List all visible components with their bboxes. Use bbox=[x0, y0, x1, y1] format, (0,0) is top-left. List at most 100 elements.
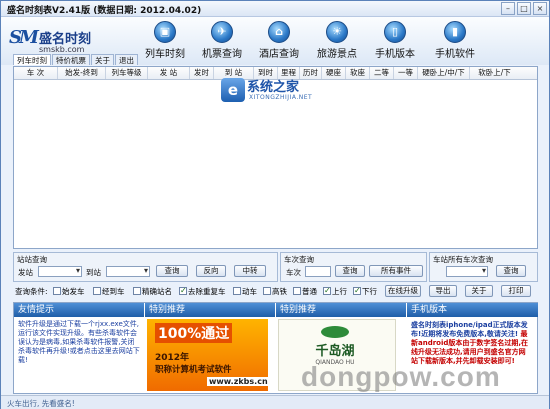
exam-software-ad[interactable]: 100%通过 2012年 职称计算机考试软件 www.zkbs.cn bbox=[147, 319, 268, 391]
col-soft-seat[interactable]: 软座 bbox=[346, 67, 370, 79]
mobile-text[interactable]: 盛名时刻表iphone/ipad正式版本发布!近期将发布免费版本,敬请关注! 最… bbox=[411, 321, 529, 366]
col-depart-time[interactable]: 发时 bbox=[190, 67, 214, 79]
scenic-spots-label: 旅游景点 bbox=[317, 49, 357, 60]
train-number-label: 车次 bbox=[286, 268, 301, 277]
from-station-select[interactable] bbox=[38, 266, 82, 277]
maximize-button[interactable]: □ bbox=[517, 2, 531, 15]
mobile-text-main: 盛名时刻表iphone/ipad正式版本发布!近期将发布免费版本,敬请关注! bbox=[411, 321, 528, 338]
checkbox[interactable] bbox=[179, 285, 187, 296]
ad-line: 职称计算机考试软件 bbox=[155, 365, 232, 375]
station-query-title: 站站查询 bbox=[17, 255, 47, 264]
all-events-button[interactable]: 所有事件 bbox=[369, 265, 423, 277]
phone-app-icon: ▮ bbox=[444, 21, 466, 43]
phone-icon: ▯ bbox=[384, 21, 406, 43]
window-controls: – □ × bbox=[501, 2, 547, 15]
promo1-column: 特别推荐 100%通过 2012年 职称计算机考试软件 www.zkbs.cn bbox=[145, 303, 275, 395]
filter-emu[interactable]: 动车 bbox=[233, 286, 257, 297]
checkbox[interactable] bbox=[293, 287, 301, 295]
to-station-select[interactable] bbox=[106, 266, 150, 277]
filter-down[interactable]: 下行 bbox=[353, 285, 377, 297]
filter-up[interactable]: 上行 bbox=[323, 285, 347, 297]
print-button[interactable]: 打印 bbox=[501, 285, 531, 297]
transfer-button[interactable]: 中转 bbox=[234, 265, 266, 277]
watermark-badge: e bbox=[221, 78, 245, 102]
filter-emu-label: 动车 bbox=[242, 287, 257, 296]
train-icon: ▣ bbox=[154, 21, 176, 43]
train-schedule-button[interactable]: ▣ 列车时刻 bbox=[137, 21, 193, 60]
tab-strip: 列车时刻 特价机票 关于 退出 bbox=[13, 54, 138, 65]
close-button[interactable]: × bbox=[533, 2, 547, 15]
watermark-logo: e 系统之家 XITONGZHIJIA.NET bbox=[221, 76, 331, 112]
col-depart-station[interactable]: 发 站 bbox=[148, 67, 190, 79]
app-window: 盛名时刻表V2.41版 (数据日期: 2012.04.02) – □ × SM … bbox=[0, 0, 550, 409]
col-class[interactable]: 列车等级 bbox=[106, 67, 148, 79]
hotel-icon: ⌂ bbox=[268, 21, 290, 43]
filter-highspeed-label: 高铁 bbox=[272, 287, 287, 296]
col-soft-sleeper[interactable]: 软卧上/下 bbox=[470, 67, 519, 79]
filter-passing-label: 经到车 bbox=[102, 287, 125, 296]
checkbox[interactable] bbox=[133, 287, 141, 295]
plane-icon: ✈ bbox=[211, 21, 233, 43]
station-trains-title: 车站所有车次查询 bbox=[433, 255, 493, 264]
filter-dedupe-label: 去除重复车 bbox=[188, 287, 226, 296]
checkbox[interactable] bbox=[323, 285, 331, 296]
filter-dedupe[interactable]: 去除重复车 bbox=[179, 285, 226, 297]
checkbox[interactable] bbox=[93, 287, 101, 295]
col-first-class[interactable]: 一等 bbox=[394, 67, 418, 79]
about-button[interactable]: 关于 bbox=[465, 285, 493, 297]
train-number-input[interactable] bbox=[305, 266, 331, 277]
tips-text[interactable]: 软件升级是通过下载一个rjxx.exe文件,运行该文件实现升级。有些杀毒软件会误… bbox=[18, 320, 140, 365]
filter-passing[interactable]: 经到车 bbox=[93, 286, 125, 297]
col-hard-sleeper[interactable]: 硬卧上/中/下 bbox=[418, 67, 470, 79]
qiandaohu-name: 千岛湖 bbox=[315, 344, 355, 359]
station-select[interactable] bbox=[446, 266, 488, 277]
filter-exact-name[interactable]: 精确站名 bbox=[133, 286, 172, 297]
checkbox[interactable] bbox=[263, 287, 271, 295]
scenic-icon: ☀ bbox=[326, 21, 348, 43]
col-origin-dest[interactable]: 始发-终到 bbox=[58, 67, 106, 79]
station-query-panel: 站站查询 发站 到站 查询 反向 中转 bbox=[13, 252, 278, 282]
filter-highspeed[interactable]: 高铁 bbox=[263, 286, 287, 297]
mobile-software-button[interactable]: ▮ 手机软件 bbox=[427, 21, 483, 60]
tab-cheap-flights[interactable]: 特价机票 bbox=[52, 54, 90, 65]
filter-down-label: 下行 bbox=[362, 287, 377, 296]
status-bar: 火车出行, 先看盛名! bbox=[1, 395, 549, 409]
reverse-button[interactable]: 反向 bbox=[196, 265, 226, 277]
ad-year: 2012年 bbox=[155, 353, 190, 363]
checkbox[interactable] bbox=[353, 285, 361, 296]
train-query-title: 车次查询 bbox=[284, 255, 314, 264]
tab-exit[interactable]: 退出 bbox=[115, 54, 138, 65]
status-text: 火车出行, 先看盛名! bbox=[7, 399, 75, 408]
flight-search-button[interactable]: ✈ 机票查询 bbox=[194, 21, 250, 60]
to-station-label: 到站 bbox=[86, 268, 101, 277]
online-update-button[interactable]: 在线升级 bbox=[385, 285, 421, 297]
from-station-label: 发站 bbox=[18, 268, 33, 277]
title-bar: 盛名时刻表V2.41版 (数据日期: 2012.04.02) – □ × bbox=[1, 1, 549, 17]
flight-search-label: 机票查询 bbox=[202, 49, 242, 60]
site-watermark: dongpow.com bbox=[301, 361, 501, 392]
filter-label: 查询条件: bbox=[15, 287, 48, 296]
col-second-class[interactable]: 二等 bbox=[370, 67, 394, 79]
scenic-spots-button[interactable]: ☀ 旅游景点 bbox=[309, 21, 365, 60]
train-schedule-label: 列车时刻 bbox=[145, 49, 185, 60]
mobile-software-label: 手机软件 bbox=[435, 49, 475, 60]
watermark-site: XITONGZHIJIA.NET bbox=[249, 94, 313, 101]
export-button[interactable]: 导出 bbox=[429, 285, 457, 297]
train-query-button[interactable]: 查询 bbox=[335, 265, 365, 277]
filter-regular[interactable]: 普通 bbox=[293, 286, 317, 297]
minimize-button[interactable]: – bbox=[501, 2, 515, 15]
filter-origin-label: 始发车 bbox=[62, 287, 85, 296]
tab-train-schedule[interactable]: 列车时刻 bbox=[13, 54, 51, 65]
promo1-title: 特别推荐 bbox=[145, 303, 275, 317]
station-query-button[interactable]: 查询 bbox=[156, 265, 188, 277]
promo2-title: 特别推荐 bbox=[276, 303, 406, 317]
checkbox[interactable] bbox=[53, 287, 61, 295]
col-train-no[interactable]: 车 次 bbox=[14, 67, 58, 79]
hotel-search-label: 酒店查询 bbox=[259, 49, 299, 60]
checkbox[interactable] bbox=[233, 287, 241, 295]
station-trains-query-button[interactable]: 查询 bbox=[496, 265, 526, 277]
hotel-search-button[interactable]: ⌂ 酒店查询 bbox=[251, 21, 307, 60]
mobile-version-button[interactable]: ▯ 手机版本 bbox=[367, 21, 423, 60]
tab-about[interactable]: 关于 bbox=[91, 54, 114, 65]
filter-origin[interactable]: 始发车 bbox=[53, 286, 85, 297]
